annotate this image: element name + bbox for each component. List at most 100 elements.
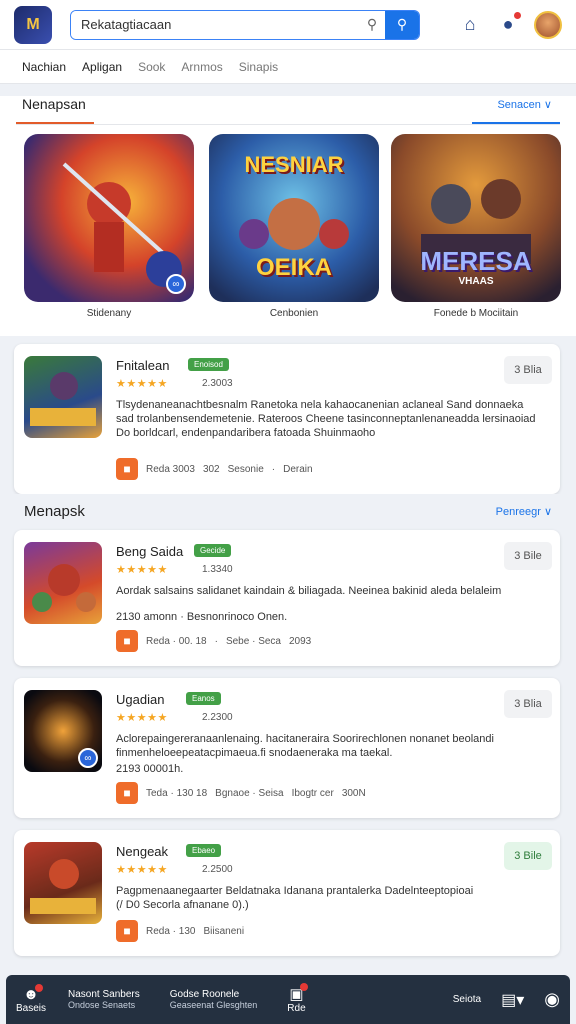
bottom-item-1-title: Nasont Sanbers [68,989,140,1000]
badge-icon: ∞ [166,274,186,294]
featured-tile-caption-1: Stidenany [86,308,132,319]
featured-tile-2[interactable]: NESNIAR OEIKA [209,134,379,302]
star-rating-icon: ★★★★★ [116,378,168,390]
bottom-item-2[interactable]: Godse Roonele Geaseenat Glesghten [170,989,258,1010]
app-thumb [24,356,102,438]
settings-icon[interactable]: ◉ [544,989,560,1010]
star-rating-icon: ★★★★★ [116,712,168,724]
get-button[interactable]: 3 Blia [504,356,552,384]
notification-dot [513,10,522,20]
app-card-3[interactable]: ∞ Ugadian Eanos ★★★★★ 2.2300 Aclorepaing… [14,678,560,818]
search-icon: ⚲ [366,16,378,32]
app-description-2: 2130 amonn · Besnonrinoco Onen. [116,611,288,623]
rating-value: 2.2500 [202,864,233,875]
tile-2-logo: OEIKA [255,254,332,281]
app-store-icon: ■ [116,782,138,804]
meta-4: · [271,463,276,475]
bottom-bar: ☻ Baseis Nasont Sanbers Ondose Senaets G… [6,975,570,1024]
app-name: Fnitalean [116,358,170,373]
app-description: Pagpmenaanegaarter Beldatnaka Idanana pr… [116,885,474,897]
menu-icon[interactable]: ▤▾ [501,990,524,1010]
get-button[interactable]: 3 Blia [504,690,552,718]
app-meta: ■ Reda 3003 302 Sesonie · Derain [116,458,313,480]
tab-2[interactable]: Apligan [82,60,122,74]
get-button[interactable]: 3 Bile [504,842,552,870]
bag-icon: ▣ [289,983,308,1003]
search-button[interactable]: ⚲ [385,10,419,39]
meta-2: · [214,635,218,647]
search-box: ⚲ ⚲ [70,9,420,40]
search-input[interactable] [71,10,359,39]
app-description: Tlsydenaneanachtbesnalm Ranetoka nela ka… [116,399,536,439]
profile-icon: ☻ [23,983,43,1003]
game-thumb-icon [32,564,96,612]
app-name: Nengeak [116,844,169,859]
rating-value: 2.3003 [202,378,233,389]
app-store-icon: ■ [116,630,138,652]
tab-5[interactable]: Sinapis [239,60,278,74]
bottom-profile[interactable]: ☻ Baseis [16,983,47,1014]
meta-2: Biisaneni [203,925,245,937]
app-thumb [24,842,102,924]
app-meta: ■ Reda · 130 Biisaneni [116,920,244,942]
rating-value: 1.3340 [202,564,233,575]
meta-3: Sesonie [227,463,264,475]
app-meta: ■ Reda · 00. 18 · Sebe · Seca 2093 [116,630,311,652]
meta-5: Derain [283,463,313,475]
featured-more-link[interactable]: Senacen ∨ [497,98,552,111]
app-logo[interactable]: M [14,5,52,44]
divider [16,124,560,125]
meta-2: Bgnaoe · Seisa [215,787,284,799]
tab-4[interactable]: Arnmos [181,60,222,74]
bottom-profile-label: Baseis [16,1002,47,1014]
top-bar: M ⚲ ⚲ ⌂ ● [0,0,576,50]
avatar[interactable] [534,10,562,39]
app-tag: Enoisod [188,358,229,371]
featured-tile-3[interactable]: MERESA VHAAS [391,134,561,302]
app-card-1[interactable]: Fnitalean Enoisod ★★★★★ 2.3003 Tlsydenan… [14,344,560,494]
google-play-icon[interactable]: ● [496,10,522,37]
featured-tile-1[interactable]: ∞ [24,134,194,302]
app-meta: ■ Teda · 130 18 Bgnaoe · Seisa Ibogtr ce… [116,782,366,804]
notification-dot [299,983,308,991]
app-thumb: ∞ [24,690,102,772]
meta-2: 302 [202,463,220,475]
featured-tile-caption-2: Cenbonien [269,308,319,319]
app-store-icon: ■ [116,458,138,480]
meta-3: Ibogtr cer [291,787,334,799]
top-icons: ⌂ ● [458,10,562,39]
app-card-4[interactable]: Nengeak Ebaeo ★★★★★ 2.2500 Pagpmenaanega… [14,830,560,956]
bottom-item-2-sub: Geaseenat Glesghten [169,1000,258,1010]
meta-3: Sebe · Seca [225,635,281,647]
bottom-right-group: Seiota ▤▾ ◉ [453,989,560,1010]
app-tag: Eanos [186,692,221,705]
meta-1: Teda · 130 18 [146,787,208,799]
featured-title: Nenapsan [22,96,86,112]
meta-4: 300N [341,787,366,799]
app-description: Aclorepaingereranaanlenaing. hacitanerai… [116,733,494,759]
app-description-2: (/ D0 Secorla afnanane 0).) [116,899,249,911]
tab-1[interactable]: Nachian [22,60,66,74]
app-thumb [24,542,102,624]
tab-3[interactable]: Sook [138,60,165,74]
star-rating-icon: ★★★★★ [116,864,168,876]
meta-4: 2093 [289,635,312,647]
bottom-item-1[interactable]: Nasont Sanbers Ondose Senaets [68,989,140,1010]
get-button[interactable]: 3 Bile [504,542,552,570]
bottom-item-4-label[interactable]: Seiota [453,994,481,1005]
game-thumb-icon [30,859,96,914]
home-icon[interactable]: ⌂ [458,13,482,37]
game-thumb-icon [30,372,96,426]
app-card-2[interactable]: Beng Saida Gecide ★★★★★ 1.3340 Aordak sa… [14,530,560,666]
meta-1: Reda · 00. 18 [146,635,207,647]
section-more-link[interactable]: Penreegr ∨ [496,505,552,518]
tile-3-logo: MERESA [420,246,532,276]
tile-2-title: NESNIAR [244,152,344,177]
app-name: Ugadian [116,692,165,707]
badge-icon: ∞ [78,748,98,768]
bottom-item-1-sub: Ondose Senaets [68,1000,136,1010]
bottom-item-3[interactable]: ▣ Rde [287,983,308,1014]
nav-tabs: Nachian Apligan Sook Arnmos Sinapis [0,50,576,84]
meta-1: Reda 3003 [146,463,195,475]
notification-dot [34,983,43,992]
